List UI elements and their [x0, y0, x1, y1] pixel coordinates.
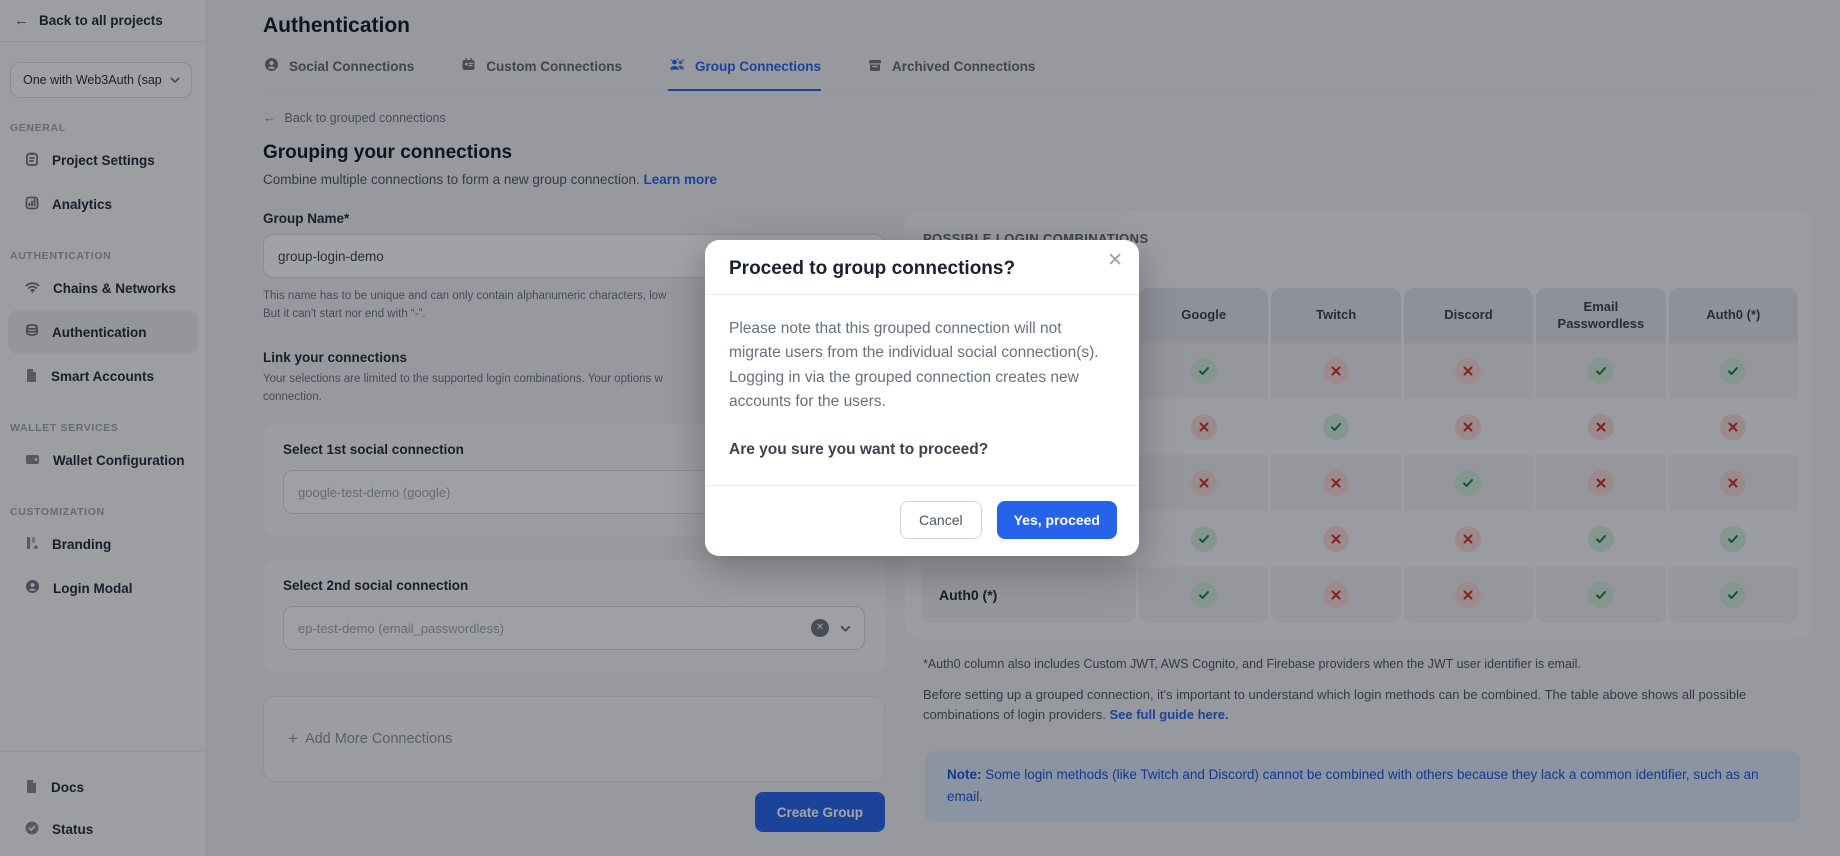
dialog-question: Are you sure you want to proceed?: [729, 441, 1113, 459]
cancel-button[interactable]: Cancel: [900, 501, 982, 539]
confirm-button[interactable]: Yes, proceed: [997, 501, 1117, 539]
dialog-title: Proceed to group connections?: [729, 258, 1115, 280]
close-icon[interactable]: ✕: [1107, 251, 1123, 270]
dialog-body-text: Please note that this grouped connection…: [729, 317, 1113, 415]
confirm-dialog: Proceed to group connections? ✕ Please n…: [705, 240, 1139, 556]
